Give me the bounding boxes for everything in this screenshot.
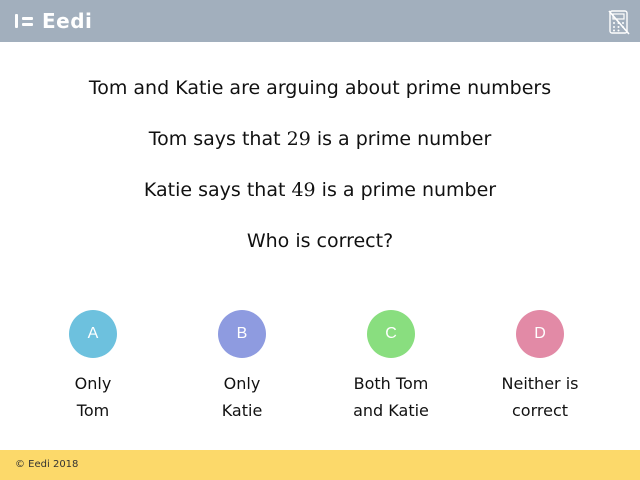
footer-bar: © Eedi 2018 <box>0 450 640 480</box>
question-line-3-prefix: Katie says that <box>143 179 292 201</box>
question-line-3-suffix: is a prime number <box>315 179 497 201</box>
answer-option-c[interactable]: C Both Tom and Katie <box>331 310 451 424</box>
option-d-label: Neither is correct <box>480 370 600 424</box>
answer-option-d[interactable]: D Neither is correct <box>480 310 600 424</box>
option-d-label-line-2: correct <box>511 401 569 420</box>
question-line-2-suffix: is a prime number <box>310 128 492 150</box>
option-b-circle[interactable]: B <box>218 310 266 358</box>
option-b-label: Only Katie <box>182 370 302 424</box>
question-line-2: Tom says that 29 is a prime number <box>0 128 640 150</box>
brand-name: Eedi <box>42 9 93 33</box>
option-c-label-line-1: Both Tom <box>353 374 429 393</box>
header-bar: Eedi <box>0 0 640 42</box>
eedi-logo[interactable]: Eedi <box>14 9 92 33</box>
question-line-3: Katie says that 49 is a prime number <box>0 179 640 201</box>
answer-option-b[interactable]: B Only Katie <box>182 310 302 424</box>
no-calculator-icon <box>608 10 630 35</box>
option-d-circle[interactable]: D <box>516 310 564 358</box>
question-line-2-prefix: Tom says that <box>148 128 287 150</box>
question-line-1: Tom and Katie are arguing about prime nu… <box>88 77 552 99</box>
question-prompt: Who is correct? <box>246 230 394 252</box>
katie-number: 49 <box>291 179 316 201</box>
option-a-label: Only Tom <box>33 370 153 424</box>
option-a-label-line-2: Tom <box>76 401 110 420</box>
option-b-label-line-2: Katie <box>221 401 263 420</box>
option-c-circle[interactable]: C <box>367 310 415 358</box>
answer-option-a[interactable]: A Only Tom <box>33 310 153 424</box>
copyright-text: © Eedi 2018 <box>15 459 79 470</box>
option-a-label-line-1: Only <box>74 374 112 393</box>
option-b-label-line-1: Only <box>223 374 261 393</box>
option-c-label: Both Tom and Katie <box>331 370 451 424</box>
tom-number: 29 <box>286 128 311 150</box>
option-a-circle[interactable]: A <box>69 310 117 358</box>
option-c-label-line-2: and Katie <box>353 401 429 420</box>
option-d-label-line-1: Neither is <box>501 374 579 393</box>
eedi-logo-icon <box>14 11 36 31</box>
